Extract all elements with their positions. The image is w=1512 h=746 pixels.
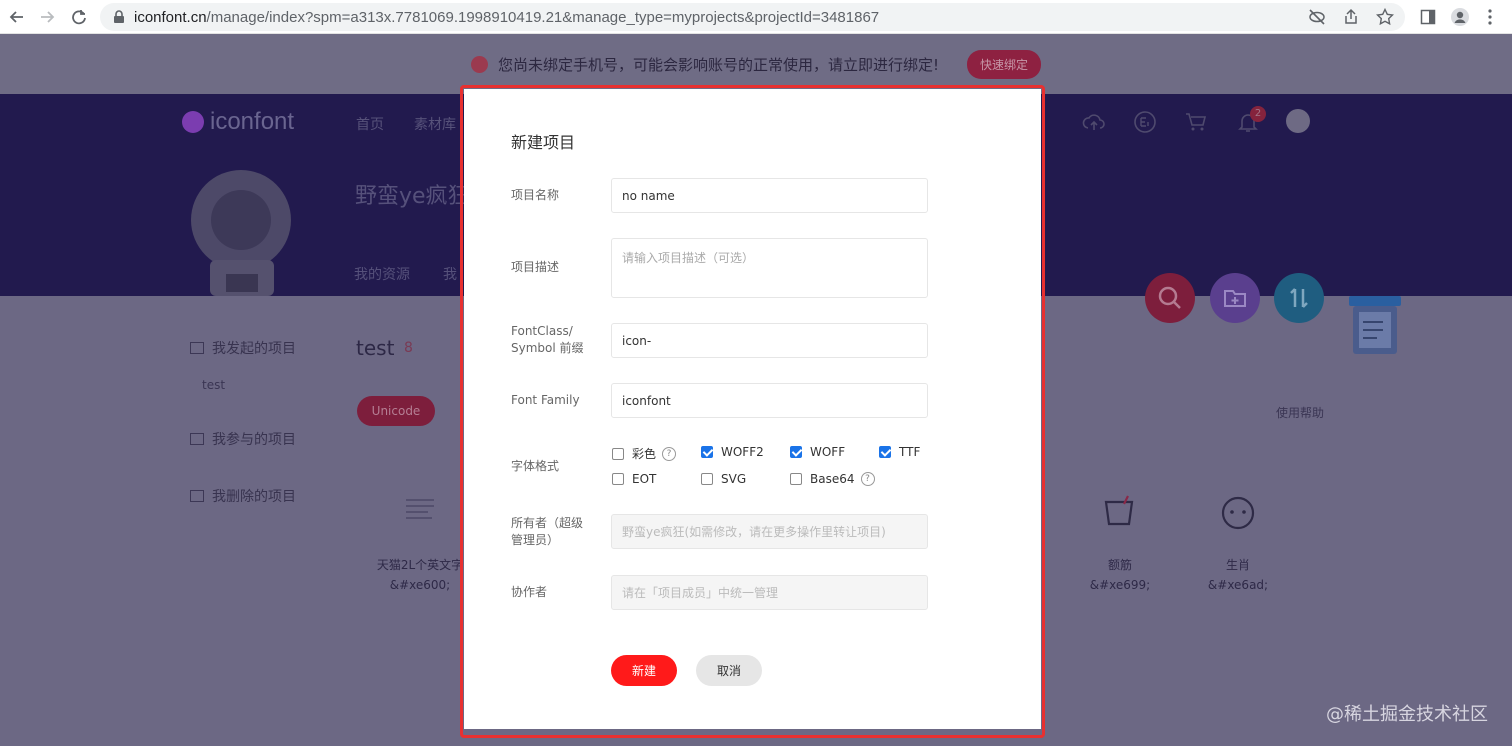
sort-icon	[1290, 288, 1308, 308]
format-checkbox-woff2[interactable]: WOFF2	[701, 445, 764, 459]
fontclass-prefix-input[interactable]: icon-	[611, 323, 928, 358]
folder-add-icon	[1224, 290, 1246, 307]
format-checkbox-base64[interactable]: Base64 ?	[790, 472, 875, 486]
notification-badge: 2	[1250, 106, 1266, 122]
create-button[interactable]: 新建	[611, 655, 677, 686]
glyph-cup-icon[interactable]	[1100, 492, 1140, 532]
add-folder-round-button[interactable]	[1210, 273, 1260, 323]
browser-toolbar: iconfont.cn/manage/index?spm=a313x.77810…	[0, 0, 1512, 34]
help-link[interactable]: 使用帮助	[1276, 404, 1324, 421]
owner-label: 所有者（超级 管理员）	[511, 516, 584, 547]
project-desc-label: 项目描述	[511, 260, 560, 274]
warning-icon	[470, 55, 488, 73]
project-title: test	[356, 336, 395, 360]
project-count: 8	[404, 340, 413, 356]
upload-cloud-icon[interactable]	[1082, 110, 1106, 134]
font-family-input[interactable]: iconfont	[611, 383, 928, 418]
sidebar-item-joined-projects[interactable]: 我参与的项目	[190, 429, 296, 449]
back-arrow-icon[interactable]	[2, 2, 32, 32]
star-icon[interactable]	[1375, 7, 1395, 27]
folder-icon	[190, 490, 204, 502]
sidebar-panel-icon[interactable]	[1416, 5, 1440, 29]
nav-library[interactable]: 素材库	[414, 114, 456, 134]
search-icon	[1158, 286, 1181, 309]
tab-unicode[interactable]: Unicode	[357, 396, 435, 426]
watermark-text: @稀土掘金技术社区	[1326, 704, 1488, 725]
profile-icon[interactable]	[1448, 5, 1472, 29]
sidebar-sub-test[interactable]: test	[202, 378, 225, 392]
astronaut-avatar	[191, 170, 291, 296]
checkbox-icon	[790, 473, 802, 485]
reload-icon[interactable]	[64, 2, 94, 32]
tab-other[interactable]: 我	[443, 264, 457, 284]
checklist-illustration-icon	[1349, 296, 1401, 354]
user-avatar[interactable]	[1286, 109, 1310, 133]
sidebar-item-my-projects[interactable]: 我发起的项目	[190, 338, 296, 358]
sidebar-item-deleted-projects[interactable]: 我删除的项目	[190, 486, 296, 506]
bind-now-button[interactable]: 快速绑定	[967, 49, 1042, 79]
collaborator-label: 协作者	[511, 585, 548, 599]
glyph-zodiac-icon[interactable]	[1218, 492, 1258, 532]
more-menu-icon[interactable]	[1478, 5, 1502, 29]
format-checkbox-color[interactable]: 彩色 ?	[612, 445, 677, 462]
format-checkbox-eot[interactable]: EOT	[612, 472, 656, 486]
format-checkbox-svg[interactable]: SVG	[701, 472, 746, 486]
collaborator-input: 请在「项目成员」中统一管理	[611, 575, 928, 610]
font-family-label: Font Family	[511, 393, 580, 407]
share-icon[interactable]	[1341, 7, 1361, 27]
cancel-button[interactable]: 取消	[696, 655, 762, 686]
tab-my-resources[interactable]: 我的资源	[354, 264, 410, 284]
checkbox-icon	[790, 446, 802, 458]
language-icon[interactable]	[1133, 110, 1157, 134]
address-bar[interactable]: iconfont.cn/manage/index?spm=a313x.77810…	[100, 3, 1405, 31]
format-checkbox-woff[interactable]: WOFF	[790, 445, 845, 459]
search-round-button[interactable]	[1145, 273, 1195, 323]
lock-icon	[114, 10, 124, 23]
project-name-label: 项目名称	[511, 188, 560, 202]
owner-input: 野蛮ye疯狂(如需修改，请在更多操作里转让项目)	[611, 514, 928, 549]
glyph-tmall-icon[interactable]	[400, 492, 440, 532]
sort-round-button[interactable]	[1274, 273, 1324, 323]
help-question-icon[interactable]: ?	[662, 446, 677, 461]
checkbox-icon	[879, 446, 891, 458]
help-question-icon[interactable]: ?	[860, 472, 875, 486]
iconfont-logo[interactable]: iconfont	[182, 108, 294, 136]
checkbox-icon	[612, 447, 624, 460]
font-format-label: 字体格式	[511, 459, 560, 473]
folder-icon	[190, 433, 204, 445]
project-desc-textarea[interactable]: 请输入项目描述（可选）	[611, 238, 928, 298]
format-checkbox-ttf[interactable]: TTF	[879, 445, 920, 459]
url-text: iconfont.cn/manage/index?spm=a313x.77810…	[134, 8, 880, 26]
cart-icon[interactable]	[1184, 110, 1208, 134]
folder-icon	[190, 342, 204, 354]
checkbox-icon	[701, 446, 713, 458]
logo-icon	[182, 111, 204, 133]
eye-off-icon[interactable]	[1307, 7, 1327, 27]
checkbox-icon	[612, 473, 624, 485]
new-project-dialog: 新建项目 项目名称 no name 项目描述 请输入项目描述（可选） FontC…	[464, 89, 1041, 729]
username-heading: 野蛮ye疯狂	[355, 184, 470, 209]
fontclass-label: FontClass/ Symbol 前缀	[511, 324, 584, 355]
forward-arrow-icon[interactable]	[32, 2, 62, 32]
project-name-input[interactable]: no name	[611, 178, 928, 213]
nav-home[interactable]: 首页	[356, 114, 384, 134]
dialog-title: 新建项目	[511, 133, 576, 152]
checkbox-icon	[701, 473, 713, 485]
notice-text: 您尚未绑定手机号，可能会影响账号的正常使用，请立即进行绑定!	[497, 55, 939, 74]
